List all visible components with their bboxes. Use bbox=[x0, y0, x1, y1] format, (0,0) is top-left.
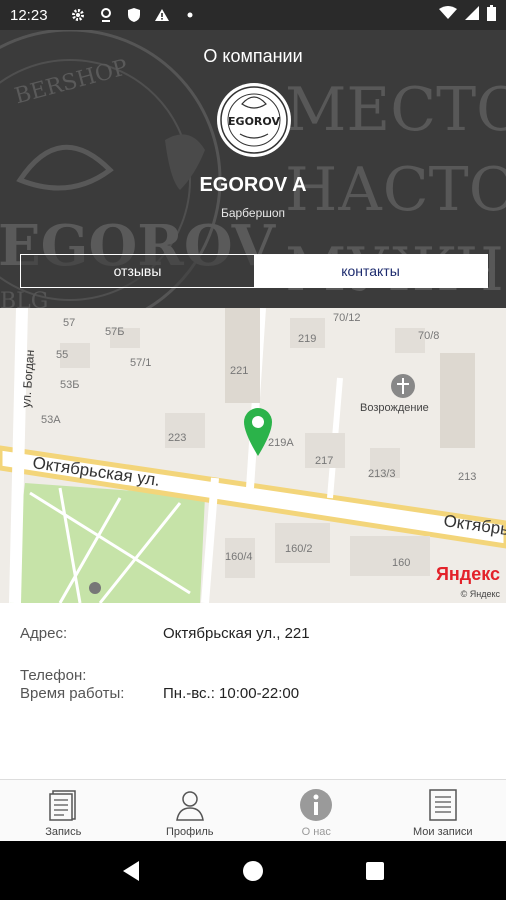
recents-icon bbox=[366, 861, 384, 880]
house-70-12: 70/12 bbox=[333, 312, 361, 324]
tab-contacts[interactable]: контакты bbox=[254, 255, 487, 287]
house-213-3: 213/3 bbox=[368, 468, 396, 480]
house-57-1: 57/1 bbox=[130, 357, 151, 369]
house-160: 160 bbox=[392, 557, 410, 569]
system-nav-bar bbox=[0, 841, 506, 900]
status-time: 12:23 bbox=[10, 6, 48, 24]
nav-my-bookings-label: Мои записи bbox=[412, 826, 473, 838]
home-icon bbox=[243, 860, 263, 881]
signal-icon bbox=[465, 6, 479, 24]
address-value: Октябрьская ул., 221 bbox=[163, 625, 310, 642]
warning-icon bbox=[154, 7, 170, 23]
logo-text: EGOROV bbox=[228, 115, 280, 128]
company-header: BERSHOP EGOROV BLG МЕСТО НАСТОЯ МУЖЧИН О… bbox=[0, 30, 506, 308]
house-57b: 57Б bbox=[105, 326, 124, 338]
house-55: 55 bbox=[56, 349, 68, 361]
house-160-2: 160/2 bbox=[285, 543, 313, 555]
house-57: 57 bbox=[63, 317, 75, 329]
company-subtitle: Барбершоп bbox=[220, 206, 286, 220]
map-provider-copyright[interactable]: © Яндекс bbox=[461, 589, 500, 599]
hours-label: Время работы: bbox=[20, 685, 125, 702]
battery-icon bbox=[487, 5, 496, 25]
company-logo: EGOROV bbox=[217, 83, 291, 157]
house-70-8: 70/8 bbox=[418, 330, 439, 342]
wifi-icon bbox=[439, 6, 457, 24]
nav-booking[interactable]: Запись bbox=[0, 780, 127, 841]
place-label: Возрождение bbox=[360, 402, 429, 414]
map-view[interactable]: Октябрьская ул. Октябрь ул. Богдан Возро… bbox=[0, 308, 506, 603]
back-icon bbox=[123, 860, 139, 881]
map-canvas: Октябрьская ул. Октябрь ул. Богдан Возро… bbox=[0, 308, 506, 603]
nav-my-bookings[interactable]: Мои записи bbox=[380, 780, 506, 841]
house-221: 221 bbox=[230, 365, 248, 377]
nav-profile-label: Профиль bbox=[166, 826, 214, 838]
recents-button[interactable] bbox=[360, 856, 390, 886]
page-title: О компании bbox=[203, 46, 303, 66]
bottom-nav: Запись Профиль О нас Мои записи bbox=[0, 779, 506, 841]
tab-bar: отзывы контакты bbox=[20, 254, 488, 288]
nav-about-label: О нас bbox=[301, 826, 331, 838]
company-name: EGOROV A bbox=[199, 174, 307, 196]
house-219: 219 bbox=[298, 333, 316, 345]
shield-icon bbox=[126, 7, 142, 23]
home-button[interactable] bbox=[238, 856, 268, 886]
house-217: 217 bbox=[315, 455, 333, 467]
nav-about[interactable]: О нас bbox=[253, 780, 380, 841]
hours-value: Пн.-вс.: 10:00-22:00 bbox=[163, 685, 300, 702]
map-provider-logo[interactable]: Яндекс bbox=[436, 564, 500, 585]
address-label: Адрес: bbox=[20, 625, 68, 642]
map-provider-name: Яндекс bbox=[435, 564, 500, 584]
nav-profile[interactable]: Профиль bbox=[127, 780, 254, 841]
dot-icon bbox=[182, 7, 198, 23]
house-53a: 53А bbox=[41, 414, 61, 426]
house-223: 223 bbox=[168, 432, 186, 444]
gear-icon bbox=[70, 7, 86, 23]
document-icon bbox=[49, 790, 76, 821]
status-bar: 12:23 bbox=[0, 0, 506, 30]
person-icon bbox=[175, 791, 204, 821]
contact-info: Адрес: Октябрьская ул., 221 Телефон: Вре… bbox=[0, 603, 506, 779]
house-160-4: 160/4 bbox=[225, 551, 253, 563]
list-icon bbox=[429, 789, 457, 821]
bg-word-1: МЕСТО bbox=[285, 75, 506, 145]
back-button[interactable] bbox=[116, 856, 146, 886]
nav-booking-label: Запись bbox=[45, 826, 82, 838]
location-icon bbox=[98, 7, 114, 23]
phone-label: Телефон: bbox=[20, 667, 87, 684]
house-53b: 53Б bbox=[60, 379, 79, 391]
tab-reviews[interactable]: отзывы bbox=[21, 255, 254, 287]
info-icon bbox=[300, 789, 333, 821]
house-213: 213 bbox=[458, 471, 476, 483]
bg-small-text: BLG bbox=[0, 289, 48, 308]
house-219a: 219А bbox=[268, 437, 294, 449]
